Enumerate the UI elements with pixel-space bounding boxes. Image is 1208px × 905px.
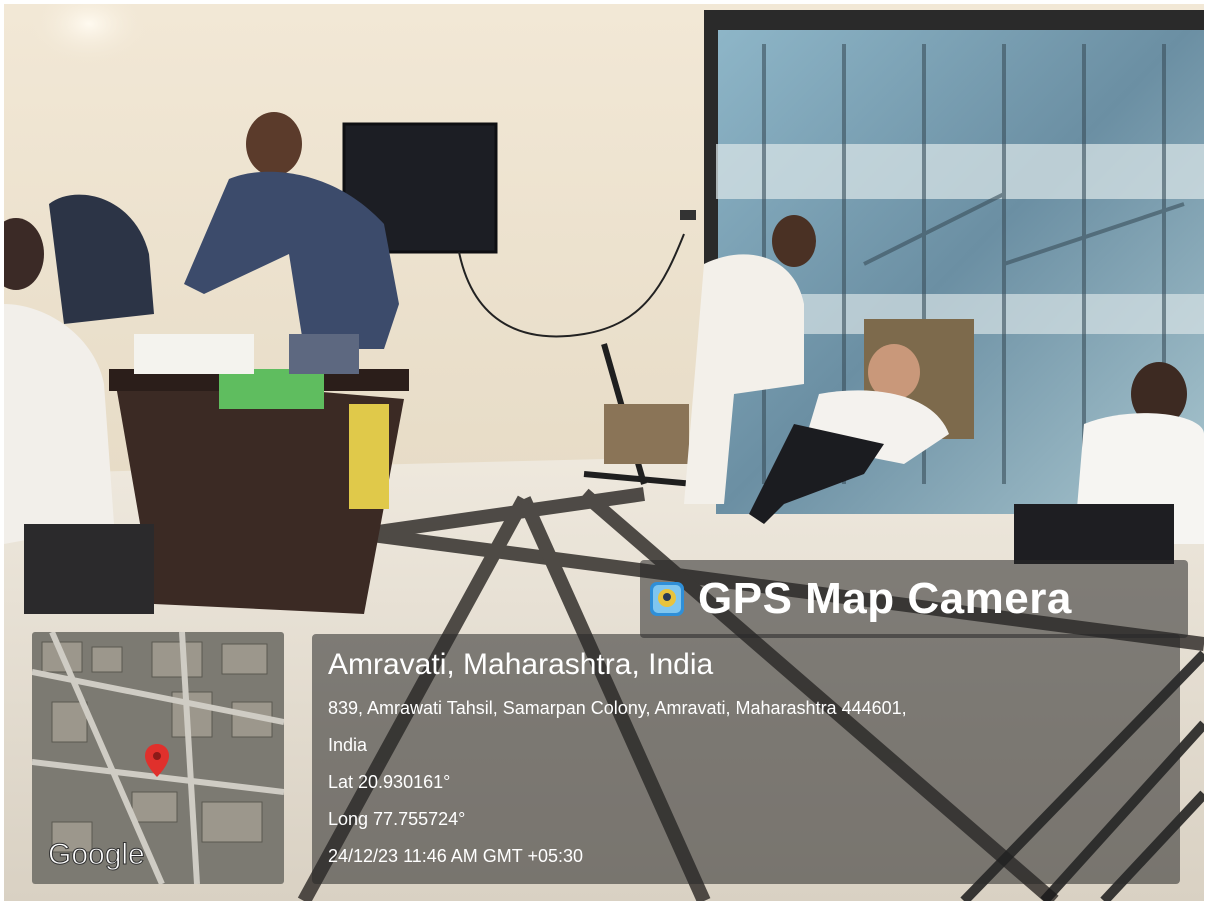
chair-seat bbox=[604, 404, 689, 464]
person-legs bbox=[1014, 504, 1174, 564]
gps-camera-app-icon bbox=[650, 582, 684, 616]
address-line-2: India bbox=[328, 735, 368, 755]
frosted-band bbox=[716, 144, 1204, 199]
brand-banner: GPS Map Camera bbox=[640, 560, 1188, 638]
map-google-label: Google bbox=[48, 838, 145, 871]
wall-switch bbox=[680, 210, 696, 220]
person-head bbox=[246, 112, 302, 176]
green-box bbox=[219, 369, 324, 409]
person-head bbox=[772, 215, 816, 267]
glass-frame bbox=[710, 10, 1204, 30]
datetime: 24/12/23 11:46 AM GMT +05:30 bbox=[328, 846, 584, 866]
photo-frame: GPS Map Camera Google Amravati, Maharash… bbox=[4, 4, 1204, 901]
satellite-map: Google bbox=[32, 632, 284, 884]
brand-name: GPS Map Camera bbox=[698, 574, 1072, 623]
address-line-1: 839, Amrawati Tahsil, Samarpan Colony, A… bbox=[328, 698, 907, 718]
location-title: Amravati, Maharashtra, India bbox=[328, 648, 714, 681]
person-legs bbox=[289, 334, 359, 374]
yellow-bin bbox=[349, 404, 389, 509]
papers bbox=[134, 334, 254, 374]
longitude: Long 77.755724° bbox=[328, 809, 466, 829]
latitude: Lat 20.930161° bbox=[328, 772, 451, 792]
location-info-panel: Amravati, Maharashtra, India 839, Amrawa… bbox=[312, 634, 1180, 884]
person-legs bbox=[24, 524, 154, 614]
